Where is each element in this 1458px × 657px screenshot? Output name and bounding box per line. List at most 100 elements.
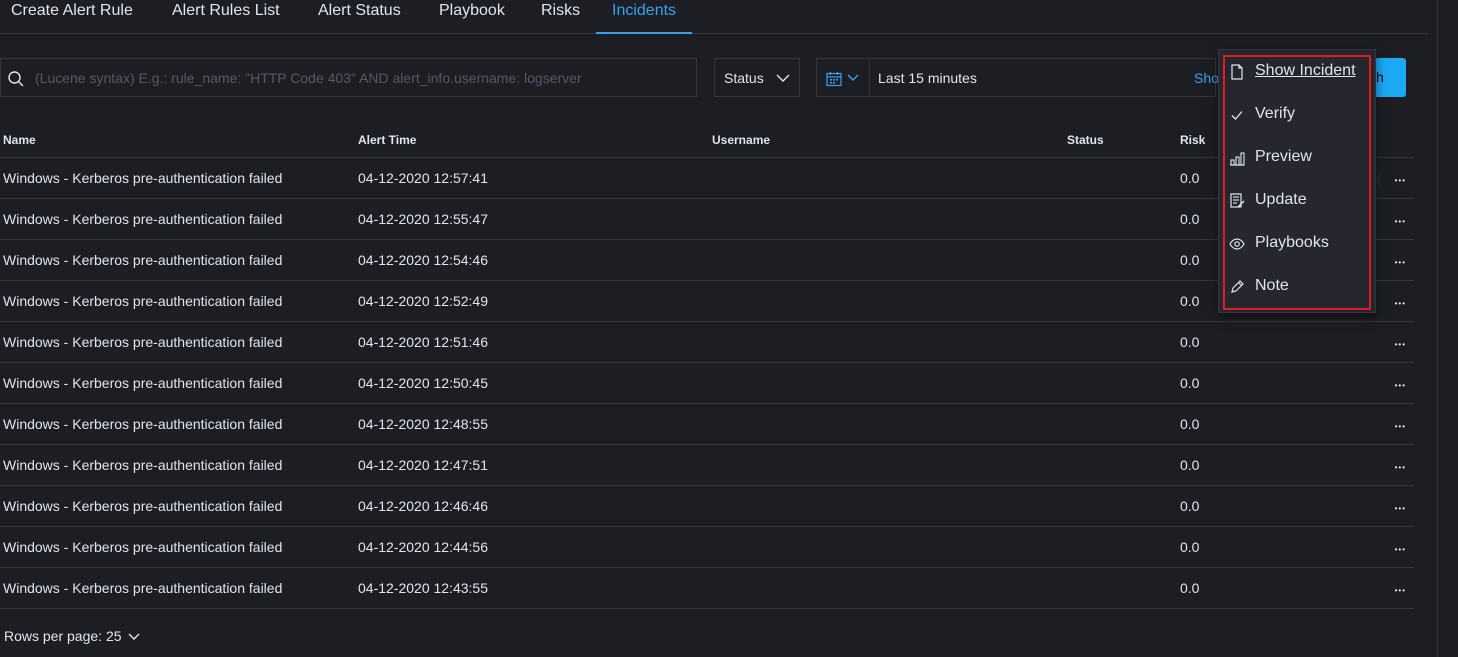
more-actions-icon[interactable]: ••• — [1395, 422, 1406, 431]
search-bar — [0, 58, 697, 97]
more-actions-icon[interactable]: ••• — [1395, 586, 1406, 595]
menu-item-label: Verify — [1255, 105, 1296, 122]
more-actions-icon[interactable]: ••• — [1395, 217, 1406, 226]
cell-status — [1067, 526, 1180, 568]
table-header-row: Name Alert Time Username Status Risk cti… — [0, 122, 1414, 158]
search-input[interactable] — [35, 59, 685, 96]
cell-actions: ••• — [1330, 444, 1414, 486]
cell-alert-time: 04-12-2020 12:52:49 — [358, 280, 712, 322]
status-filter-button[interactable]: Status — [714, 58, 800, 97]
table-row[interactable]: Windows - Kerberos pre-authentication fa… — [0, 526, 1414, 568]
panel-divider — [1437, 0, 1438, 657]
table-row[interactable]: Windows - Kerberos pre-authentication fa… — [0, 567, 1414, 609]
table-row[interactable]: Windows - Kerberos pre-authentication fa… — [0, 403, 1414, 445]
cell-risk: 0.0 — [1180, 362, 1330, 404]
rows-per-page-label: Rows per page: 25 — [4, 628, 122, 644]
cell-name: Windows - Kerberos pre-authentication fa… — [0, 157, 358, 199]
cell-actions: ••• — [1330, 321, 1414, 363]
cell-alert-time: 04-12-2020 12:44:56 — [358, 526, 712, 568]
cell-status — [1067, 362, 1180, 404]
menu-item-label: Playbooks — [1255, 234, 1329, 251]
cell-username — [712, 239, 1067, 281]
cell-name: Windows - Kerberos pre-authentication fa… — [0, 403, 358, 445]
cell-username — [712, 485, 1067, 527]
date-range-label[interactable]: Last 15 minutes — [878, 70, 977, 86]
cell-username — [712, 280, 1067, 322]
menu-item-label: Show Incident — [1255, 62, 1356, 79]
tab-alert-status[interactable]: Alert Status — [318, 0, 401, 32]
table-row[interactable]: Windows - Kerberos pre-authentication fa… — [0, 198, 1414, 240]
more-actions-icon[interactable]: ••• — [1395, 463, 1406, 472]
cell-alert-time: 04-12-2020 12:46:46 — [358, 485, 712, 527]
cell-alert-time: 04-12-2020 12:48:55 — [358, 403, 712, 445]
more-actions-icon[interactable]: ••• — [1395, 381, 1406, 390]
table-row[interactable]: Windows - Kerberos pre-authentication fa… — [0, 280, 1414, 322]
cell-name: Windows - Kerberos pre-authentication fa… — [0, 321, 358, 363]
cell-actions: ••• — [1330, 485, 1414, 527]
cell-username — [712, 567, 1067, 609]
column-header-name[interactable]: Name — [0, 122, 358, 158]
rows-per-page-selector[interactable]: Rows per page: 25 — [4, 628, 140, 644]
cell-risk: 0.0 — [1180, 321, 1330, 363]
more-actions-icon[interactable]: ••• — [1395, 504, 1406, 513]
document-icon — [1231, 64, 1243, 80]
menu-item-label: Update — [1255, 191, 1307, 208]
column-header-alert-time[interactable]: Alert Time — [358, 122, 712, 158]
cell-status — [1067, 239, 1180, 281]
table-row[interactable]: Windows - Kerberos pre-authentication fa… — [0, 157, 1414, 199]
cell-name: Windows - Kerberos pre-authentication fa… — [0, 526, 358, 568]
cell-actions: ••• — [1330, 567, 1414, 609]
cell-name: Windows - Kerberos pre-authentication fa… — [0, 198, 358, 240]
show-dates-link[interactable]: Sho — [1194, 70, 1219, 86]
pencil-icon — [1231, 280, 1244, 293]
quick-select-button[interactable] — [817, 59, 870, 96]
table-row[interactable]: Windows - Kerberos pre-authentication fa… — [0, 239, 1414, 281]
table-row[interactable]: Windows - Kerberos pre-authentication fa… — [0, 444, 1414, 486]
cell-actions: ••• — [1330, 526, 1414, 568]
tab-incidents[interactable]: Incidents — [596, 0, 693, 34]
cell-risk: 0.0 — [1180, 485, 1330, 527]
cell-risk: 0.0 — [1180, 444, 1330, 486]
cell-alert-time: 04-12-2020 12:43:55 — [358, 567, 712, 609]
edit-doc-icon — [1230, 193, 1245, 208]
cell-alert-time: 04-12-2020 12:47:51 — [358, 444, 712, 486]
cell-alert-time: 04-12-2020 12:54:46 — [358, 239, 712, 281]
cell-username — [712, 157, 1067, 199]
cell-username — [712, 526, 1067, 568]
cell-status — [1067, 280, 1180, 322]
table-row[interactable]: Windows - Kerberos pre-authentication fa… — [0, 485, 1414, 527]
table-row[interactable]: Windows - Kerberos pre-authentication fa… — [0, 321, 1414, 363]
cell-status — [1067, 198, 1180, 240]
cell-name: Windows - Kerberos pre-authentication fa… — [0, 444, 358, 486]
tab-bar: Create Alert Rule Alert Rules List Alert… — [0, 0, 1428, 34]
highlight-box — [1223, 55, 1371, 310]
cell-alert-time: 04-12-2020 12:51:46 — [358, 321, 712, 363]
cell-name: Windows - Kerberos pre-authentication fa… — [0, 362, 358, 404]
more-actions-icon[interactable]: ••• — [1395, 299, 1406, 308]
chevron-down-icon — [128, 633, 140, 641]
cell-name: Windows - Kerberos pre-authentication fa… — [0, 485, 358, 527]
cell-risk: 0.0 — [1180, 403, 1330, 445]
cell-status — [1067, 444, 1180, 486]
cell-alert-time: 04-12-2020 12:57:41 — [358, 157, 712, 199]
cell-status — [1067, 485, 1180, 527]
column-header-username[interactable]: Username — [712, 122, 1067, 158]
chevron-down-icon — [776, 74, 790, 82]
more-actions-icon[interactable]: ••• — [1395, 545, 1406, 554]
incidents-table: Name Alert Time Username Status Risk cti… — [0, 122, 1414, 609]
chart-icon — [1230, 152, 1245, 166]
cell-alert-time: 04-12-2020 12:55:47 — [358, 198, 712, 240]
tab-alert-rules-list[interactable]: Alert Rules List — [172, 0, 280, 32]
more-actions-icon[interactable]: ••• — [1395, 340, 1406, 349]
tab-playbook[interactable]: Playbook — [439, 0, 505, 32]
column-header-status[interactable]: Status — [1067, 122, 1180, 158]
search-icon — [8, 71, 24, 87]
table-row[interactable]: Windows - Kerberos pre-authentication fa… — [0, 362, 1414, 404]
more-actions-icon[interactable]: ••• — [1395, 258, 1406, 267]
cell-name: Windows - Kerberos pre-authentication fa… — [0, 280, 358, 322]
tab-create-alert-rule[interactable]: Create Alert Rule — [11, 0, 133, 32]
tab-risks[interactable]: Risks — [541, 0, 580, 32]
status-filter-label: Status — [724, 70, 764, 86]
more-actions-icon[interactable]: ••• — [1395, 176, 1406, 185]
actions-menu: Show Incident Verify Preview Update Play… — [1218, 49, 1376, 313]
